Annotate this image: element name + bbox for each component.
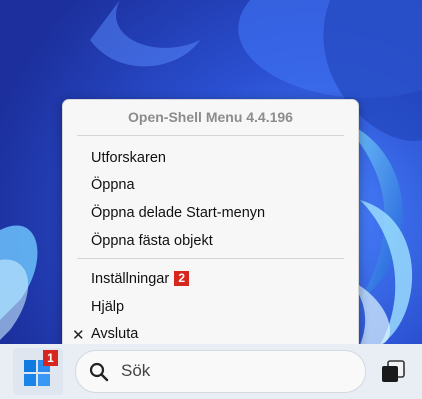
- menu-item-label: Hjälp: [91, 299, 125, 315]
- callout-badge: 2: [174, 271, 190, 286]
- callout-badge: 1: [43, 350, 58, 366]
- taskbar: 1 Sök: [0, 344, 422, 399]
- menu-item-installningar[interactable]: Inställningar 2: [91, 271, 190, 287]
- search-placeholder: Sök: [121, 361, 151, 380]
- menu-item-oppna-delade-start-menyn[interactable]: Öppna delade Start-menyn: [91, 205, 265, 221]
- menu-item-oppna[interactable]: Öppna: [91, 177, 135, 193]
- menu-item-label: Utforskaren: [91, 150, 166, 166]
- search-box[interactable]: Sök: [75, 350, 366, 393]
- menu-item-label: Inställningar: [91, 271, 170, 287]
- menu-item-hjalp[interactable]: Hjälp: [91, 299, 124, 315]
- menu-item-label: Öppna fästa objekt: [91, 233, 213, 249]
- menu-item-avsluta[interactable]: ✕ Avsluta: [72, 326, 139, 344]
- menu-item-oppna-fasta-objekt[interactable]: Öppna fästa objekt: [91, 233, 213, 249]
- menu-item-label: Öppna delade Start-menyn: [91, 205, 266, 221]
- menu-item-utforskaren[interactable]: Utforskaren: [91, 150, 166, 166]
- menu-item-label: Öppna: [91, 177, 135, 193]
- magnifier-icon: [89, 362, 109, 382]
- task-view-icon[interactable]: [380, 360, 406, 384]
- context-menu: Open-Shell Menu 4.4.196 Utforskaren Öppn…: [62, 99, 359, 351]
- menu-item-label: Avsluta: [91, 326, 139, 342]
- menu-title: Open-Shell Menu 4.4.196: [128, 109, 293, 125]
- close-icon: ✕: [72, 327, 85, 344]
- menu-separator: [77, 135, 344, 136]
- menu-separator: [77, 258, 344, 259]
